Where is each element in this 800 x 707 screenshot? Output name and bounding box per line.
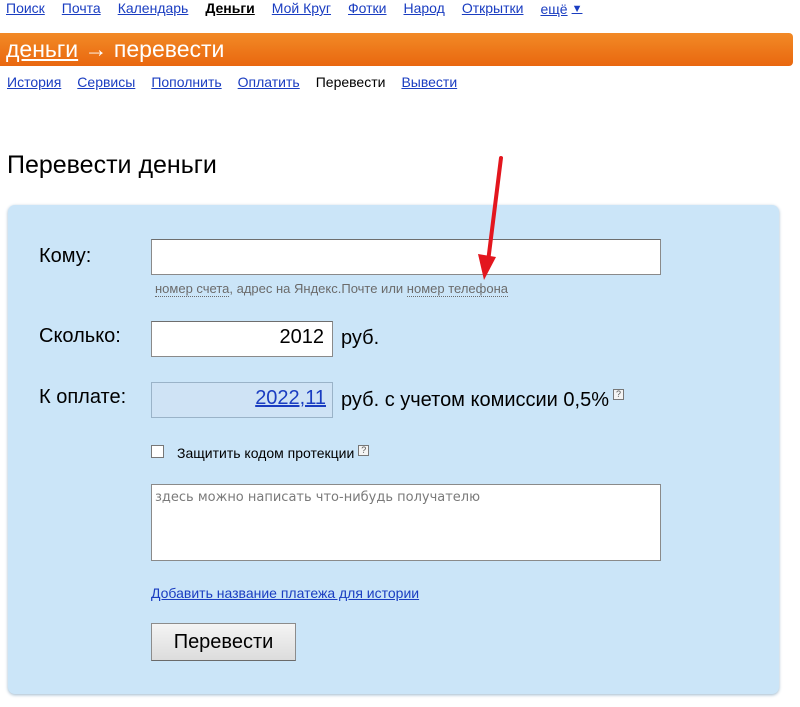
pay-total-field[interactable]: 2022,11 xyxy=(151,382,333,418)
sub-nav: История Сервисы Пополнить Оплатить Перев… xyxy=(7,74,473,90)
nav-moikrug[interactable]: Мой Круг xyxy=(272,0,331,18)
nav-photos[interactable]: Фотки xyxy=(348,0,386,18)
chevron-down-icon: ▼ xyxy=(571,3,583,15)
nav-search[interactable]: Поиск xyxy=(6,0,45,18)
top-nav: Поиск Почта Календарь Деньги Мой Круг Фо… xyxy=(6,0,582,18)
subnav-topup[interactable]: Пополнить xyxy=(151,74,221,90)
hint-middle: , адрес на Яндекс.Почте или xyxy=(229,281,407,296)
nav-more[interactable]: ещё ▼ xyxy=(540,0,582,18)
nav-narod[interactable]: Народ xyxy=(404,0,445,18)
red-arrow-annotation xyxy=(478,156,503,280)
hint-account-number[interactable]: номер счета xyxy=(155,281,230,297)
nav-more-label: ещё xyxy=(540,1,568,17)
arrow-icon: → xyxy=(84,36,108,62)
header-service-link[interactable]: деньги xyxy=(6,36,78,62)
to-label: Кому: xyxy=(39,245,92,267)
nav-mail[interactable]: Почта xyxy=(62,0,101,18)
pay-unit: руб. с учетом комиссии 0,5%? xyxy=(341,389,624,412)
header-title: деньги → перевести xyxy=(6,36,224,63)
message-textarea[interactable]: здесь можно написать что-нибудь получате… xyxy=(151,484,661,561)
nav-money[interactable]: Деньги xyxy=(205,0,254,18)
amount-label: Сколько: xyxy=(39,325,121,347)
pay-unit-text: руб. с учетом комиссии 0,5% xyxy=(341,389,609,411)
subnav-services[interactable]: Сервисы xyxy=(77,74,135,90)
nav-postcards[interactable]: Открытки xyxy=(462,0,524,18)
subnav-pay[interactable]: Оплатить xyxy=(238,74,300,90)
protect-label-text: Защитить кодом протекции xyxy=(177,445,355,461)
nav-calendar[interactable]: Календарь xyxy=(118,0,189,18)
service-header: деньги → перевести xyxy=(0,33,793,66)
help-icon[interactable]: ? xyxy=(358,445,370,456)
transfer-form: Кому: номер счета, адрес на Яндекс.Почте… xyxy=(8,205,779,694)
amount-input[interactable]: 2012 xyxy=(151,321,333,357)
protect-label: Защитить кодом протекции? xyxy=(177,445,370,461)
add-payment-name-link[interactable]: Добавить название платежа для истории xyxy=(151,585,419,601)
recipient-hint: номер счета, адрес на Яндекс.Почте или н… xyxy=(155,281,508,297)
subnav-history[interactable]: История xyxy=(7,74,61,90)
protect-checkbox[interactable] xyxy=(151,445,164,458)
pay-label: К оплате: xyxy=(39,386,127,408)
transfer-button[interactable]: Перевести xyxy=(151,623,296,661)
amount-unit: руб. xyxy=(341,327,380,349)
subnav-withdraw[interactable]: Вывести xyxy=(401,74,457,90)
subnav-transfer-current: Перевести xyxy=(315,74,386,90)
help-icon[interactable]: ? xyxy=(613,389,624,400)
pay-total-value[interactable]: 2022,11 xyxy=(255,387,326,409)
page-title: Перевести деньги xyxy=(7,151,217,179)
recipient-input[interactable] xyxy=(151,239,661,275)
header-section: перевести xyxy=(113,36,225,62)
